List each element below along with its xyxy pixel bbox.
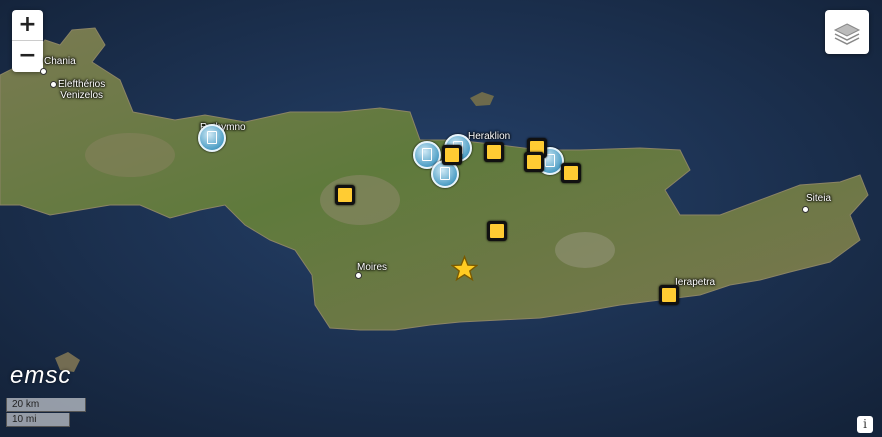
testimony-marker[interactable] (484, 142, 504, 162)
map[interactable]: + − Chania Elefthérios Venizelos Rethymn… (0, 0, 882, 437)
report-marker[interactable] (198, 124, 226, 152)
testimony-marker[interactable] (335, 185, 355, 205)
satellite-map-background (0, 0, 882, 437)
place-label-moires: Moires (357, 262, 388, 273)
scale-bar-imperial: 10 mi (6, 413, 70, 427)
layers-button[interactable] (825, 10, 869, 54)
testimony-marker[interactable] (442, 145, 462, 165)
testimony-marker[interactable] (524, 152, 544, 172)
testimony-marker[interactable] (561, 163, 581, 183)
city-dot (802, 206, 809, 213)
emsc-logo: emsc (10, 362, 72, 389)
place-label-sitia: Siteia (806, 193, 832, 204)
zoom-control: + − (12, 10, 43, 72)
city-dot (355, 272, 362, 279)
scale-bar-metric: 20 km (6, 398, 86, 412)
place-label-ierapetra: Ierapetra (675, 277, 716, 288)
place-label-elefth: Elefthérios Venizelos (58, 79, 106, 101)
zoom-in-button[interactable]: + (12, 10, 43, 40)
zoom-out-button[interactable]: − (12, 40, 43, 71)
testimony-marker[interactable] (487, 221, 507, 241)
testimony-marker[interactable] (659, 285, 679, 305)
city-dot (50, 81, 57, 88)
city-dot (40, 68, 47, 75)
info-button[interactable]: i (857, 416, 873, 433)
layers-icon (833, 23, 861, 45)
place-label-chania: Chania (44, 56, 76, 67)
place-label-heraklion: Heraklion (468, 131, 511, 142)
epicenter-star-icon[interactable] (451, 255, 478, 282)
